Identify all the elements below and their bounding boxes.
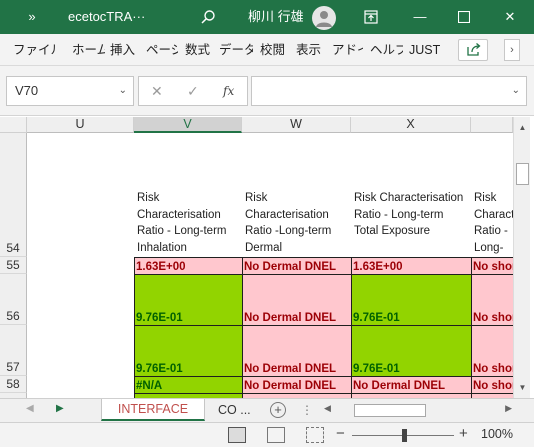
vertical-scrollbar[interactable]: ▲ ▼: [513, 117, 530, 398]
cell-w57[interactable]: No Dermal DNEL: [242, 325, 351, 376]
zoom-in-button[interactable]: +: [459, 425, 468, 442]
cell-x55[interactable]: 1.63E+00: [351, 257, 471, 274]
tab-home[interactable]: ホーム: [72, 34, 105, 66]
table-border: [471, 257, 472, 398]
tab-insert[interactable]: 挿入: [110, 34, 137, 66]
cell-v56[interactable]: 9.76E-01: [134, 274, 242, 325]
table-border: [134, 393, 513, 394]
formula-input[interactable]: ⌄: [251, 76, 527, 106]
ribbon-display-options-icon[interactable]: [364, 0, 380, 34]
tab-help[interactable]: ヘルプ: [370, 34, 403, 66]
cell-w58[interactable]: No Dermal DNEL: [242, 376, 351, 393]
tab-review[interactable]: 校閲: [260, 34, 287, 66]
table-border: [351, 257, 352, 398]
title-bar: » ecetocTRA··· 柳川 行雄 — ✕: [0, 0, 534, 34]
hscroll-thumb[interactable]: [354, 404, 426, 417]
cell-v54[interactable]: Risk Characterisation Ratio - Long-term …: [134, 190, 241, 257]
page-break-view-icon[interactable]: [306, 427, 324, 443]
scroll-left-icon[interactable]: ◀: [324, 403, 331, 414]
sheet-tab-interface[interactable]: INTERFACE: [101, 399, 205, 421]
cell-x56[interactable]: 9.76E-01: [351, 274, 471, 325]
sheet-tabs-bar: ◀ ▶ INTERFACE CO ... + ⋮ ◀ ▶: [0, 398, 534, 422]
row-header-55[interactable]: 55: [0, 257, 27, 274]
table-border: [134, 257, 135, 398]
name-box[interactable]: V70 ⌄: [6, 76, 134, 106]
sheet-tab-co[interactable]: CO ...: [218, 399, 262, 421]
cell-x57[interactable]: 9.76E-01: [351, 325, 471, 376]
cell-y54[interactable]: Risk Characterisation Ratio - Long-term …: [471, 190, 513, 257]
scroll-up-icon[interactable]: ▲: [515, 120, 530, 135]
cell-y56[interactable]: No short-term: [471, 274, 513, 325]
row-header-56[interactable]: 56: [0, 274, 27, 325]
zoom-out-button[interactable]: −: [336, 425, 345, 442]
select-all-button[interactable]: [0, 117, 27, 133]
next-sheet-icon[interactable]: ▶: [56, 403, 64, 414]
zoom-level[interactable]: 100%: [481, 427, 513, 441]
row-header-54[interactable]: 54: [0, 133, 27, 257]
minimize-button[interactable]: —: [412, 0, 428, 34]
enter-icon[interactable]: ✓: [187, 77, 199, 105]
tab-page-layout[interactable]: ページ: [146, 34, 178, 66]
cell-x54[interactable]: Risk Characterisation Ratio - Long-term …: [351, 190, 470, 257]
prev-sheet-icon[interactable]: ◀: [26, 403, 34, 414]
horizontal-scrollbar[interactable]: ◀ ▶: [322, 402, 514, 419]
table-border: [134, 376, 513, 377]
user-name[interactable]: 柳川 行雄: [248, 0, 308, 34]
cell-v58[interactable]: #N/A: [134, 376, 242, 393]
scroll-down-icon[interactable]: ▼: [515, 380, 530, 395]
cell-w54[interactable]: Risk Characterisation Ratio -Long-term D…: [242, 190, 350, 257]
formula-bar: V70 ⌄ ✕ ✓ fx ⌄: [0, 66, 534, 116]
normal-view-icon[interactable]: [228, 427, 246, 443]
tab-just[interactable]: JUST: [409, 34, 443, 66]
row-header-58[interactable]: 58: [0, 376, 27, 393]
cancel-icon[interactable]: ✕: [151, 77, 163, 105]
cell-x58[interactable]: No Dermal DNEL: [351, 376, 471, 393]
close-button[interactable]: ✕: [500, 0, 520, 34]
tab-view[interactable]: 表示: [296, 34, 323, 66]
scroll-right-icon[interactable]: ▶: [505, 403, 512, 414]
column-header-w[interactable]: W: [242, 117, 351, 133]
table-border: [134, 274, 513, 275]
insert-function-button[interactable]: fx: [223, 77, 234, 105]
qat-overflow-icon[interactable]: »: [22, 0, 42, 34]
ribbon-scroll-button[interactable]: ›: [504, 39, 520, 61]
expand-formula-bar-icon[interactable]: ⌄: [512, 77, 520, 105]
tab-split-handle[interactable]: ⋮: [301, 403, 313, 417]
tab-data[interactable]: データ: [219, 34, 253, 66]
cell-v57[interactable]: 9.76E-01: [134, 325, 242, 376]
maximize-button[interactable]: [456, 0, 472, 34]
cell-v55[interactable]: 1.63E+00: [134, 257, 242, 274]
avatar[interactable]: [312, 6, 336, 30]
cell-w55[interactable]: No Dermal DNEL: [242, 257, 351, 274]
cell-y57[interactable]: No short-term: [471, 325, 513, 376]
table-border: [134, 325, 513, 326]
cell-y58[interactable]: No short-term: [471, 376, 513, 393]
column-header-y[interactable]: [471, 117, 513, 133]
tab-formulas[interactable]: 数式: [185, 34, 212, 66]
scroll-thumb[interactable]: [516, 163, 529, 185]
add-sheet-button[interactable]: +: [270, 402, 286, 418]
window-title: ecetocTRA···: [68, 9, 146, 24]
ribbon-tabs: ファイル ホーム 挿入 ページ 数式 データ 校閲 表示 アドイン ヘルプ JU…: [0, 34, 534, 66]
status-bar: − + 100%: [0, 422, 534, 447]
tab-add-ins[interactable]: アドイン: [332, 34, 363, 66]
table-border: [242, 257, 243, 398]
name-box-value: V70: [15, 83, 39, 98]
tab-file[interactable]: ファイル: [13, 34, 57, 66]
table-border: [134, 257, 513, 258]
cell-w56[interactable]: No Dermal DNEL: [242, 274, 351, 325]
search-icon[interactable]: [200, 0, 220, 34]
column-header-v[interactable]: V: [134, 117, 242, 133]
formula-buttons: ✕ ✓ fx: [138, 76, 248, 106]
chevron-down-icon[interactable]: ⌄: [119, 77, 127, 105]
column-header-u[interactable]: U: [27, 117, 134, 133]
share-button[interactable]: [458, 39, 488, 61]
column-header-x[interactable]: X: [351, 117, 471, 133]
zoom-slider-thumb[interactable]: [402, 429, 407, 442]
page-layout-view-icon[interactable]: [267, 427, 285, 443]
cell-y55[interactable]: No short-term: [471, 257, 513, 274]
row-header-57[interactable]: 57: [0, 325, 27, 376]
